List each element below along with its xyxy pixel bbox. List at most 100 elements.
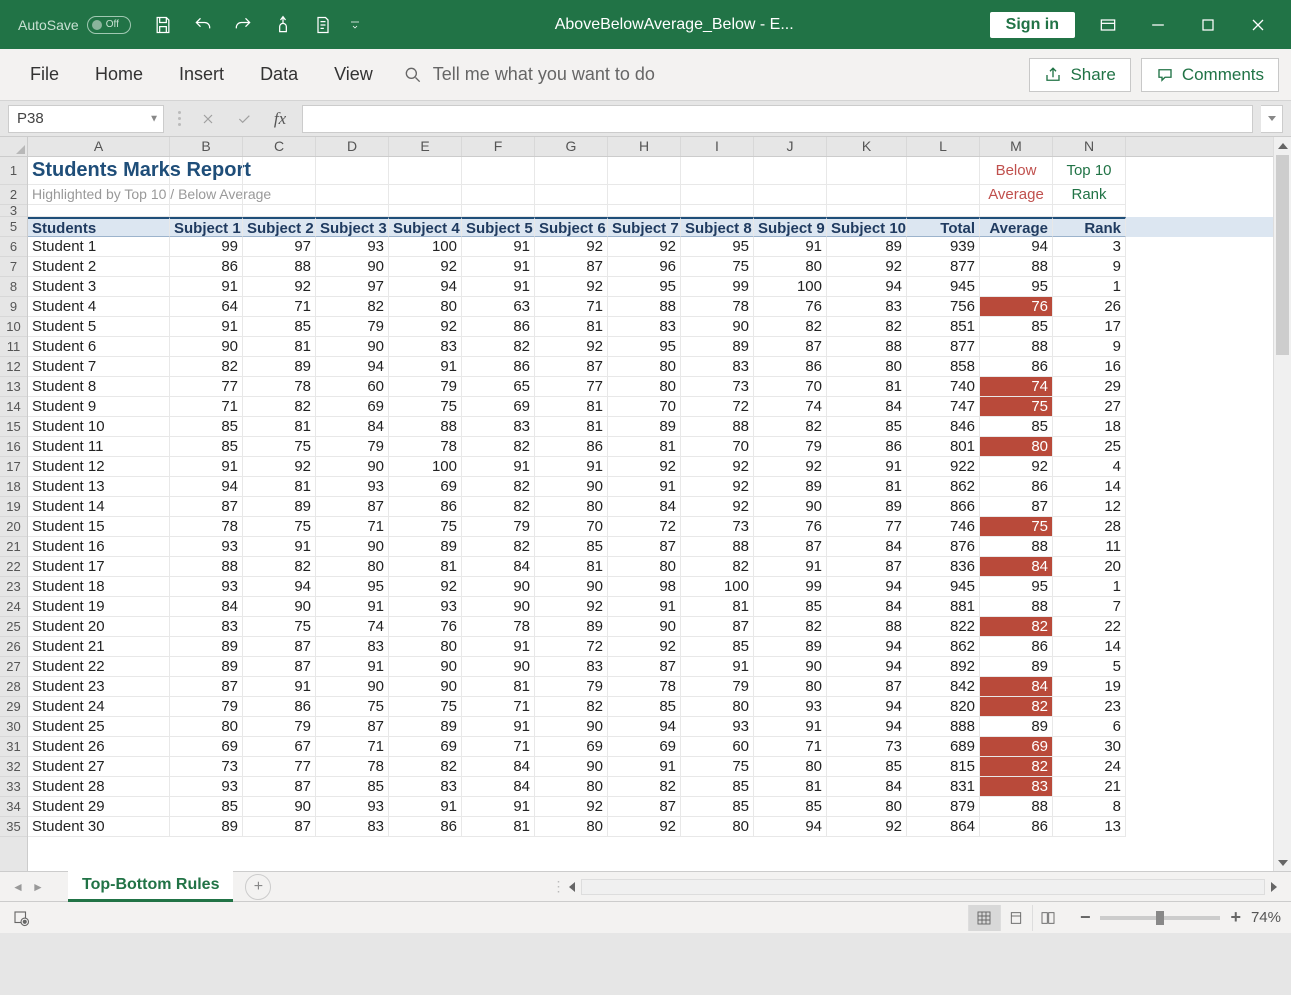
cell[interactable]: 100 xyxy=(389,457,462,477)
cell[interactable] xyxy=(907,157,980,185)
row-header[interactable]: 29 xyxy=(0,697,27,717)
cell[interactable]: 78 xyxy=(316,757,389,777)
table-header[interactable]: Subject 3 xyxy=(316,217,389,237)
cell[interactable] xyxy=(1053,205,1126,217)
cell[interactable] xyxy=(28,205,170,217)
cell[interactable]: 91 xyxy=(535,457,608,477)
col-header-K[interactable]: K xyxy=(827,137,907,156)
cell[interactable]: 86 xyxy=(980,477,1053,497)
cell[interactable]: 78 xyxy=(243,377,316,397)
cell[interactable]: 87 xyxy=(170,497,243,517)
cell[interactable]: 88 xyxy=(681,537,754,557)
cell[interactable]: 81 xyxy=(535,557,608,577)
cell[interactable]: 78 xyxy=(681,297,754,317)
row-header[interactable]: 35 xyxy=(0,817,27,837)
cell[interactable]: 75 xyxy=(316,697,389,717)
cell[interactable]: 92 xyxy=(243,457,316,477)
fx-icon[interactable]: fx xyxy=(266,105,294,133)
cell[interactable]: 87 xyxy=(827,677,907,697)
cell[interactable]: 90 xyxy=(316,677,389,697)
cell[interactable]: 71 xyxy=(462,737,535,757)
table-header[interactable]: Rank xyxy=(1053,217,1126,237)
cell[interactable]: 922 xyxy=(907,457,980,477)
cell[interactable]: 85 xyxy=(980,417,1053,437)
cell[interactable]: 90 xyxy=(243,597,316,617)
cell[interactable]: Student 11 xyxy=(28,437,170,457)
cell[interactable]: 71 xyxy=(243,297,316,317)
cell[interactable]: 81 xyxy=(827,477,907,497)
row-header[interactable]: 8 xyxy=(0,277,27,297)
cell[interactable]: Student 13 xyxy=(28,477,170,497)
cell[interactable]: 80 xyxy=(754,757,827,777)
cell[interactable]: 94 xyxy=(827,657,907,677)
cell[interactable]: 92 xyxy=(754,457,827,477)
cell[interactable]: 69 xyxy=(980,737,1053,757)
redo-icon[interactable] xyxy=(223,5,263,45)
cell[interactable]: 89 xyxy=(681,337,754,357)
cell[interactable] xyxy=(608,185,681,205)
cell[interactable]: 90 xyxy=(754,497,827,517)
cell[interactable]: 92 xyxy=(243,277,316,297)
cell[interactable]: 94 xyxy=(316,357,389,377)
cell[interactable]: 91 xyxy=(170,457,243,477)
cell[interactable]: 73 xyxy=(170,757,243,777)
row-header[interactable]: 14 xyxy=(0,397,27,417)
cell[interactable]: 86 xyxy=(980,637,1053,657)
cell[interactable]: 80 xyxy=(980,437,1053,457)
cell[interactable]: 80 xyxy=(535,817,608,837)
cell[interactable]: 91 xyxy=(608,597,681,617)
cell[interactable]: 94 xyxy=(389,277,462,297)
cell[interactable]: 95 xyxy=(681,237,754,257)
cell[interactable]: 86 xyxy=(389,817,462,837)
cell[interactable]: 89 xyxy=(170,817,243,837)
cell[interactable]: 80 xyxy=(681,697,754,717)
cell[interactable]: 78 xyxy=(462,617,535,637)
cell[interactable]: 91 xyxy=(754,237,827,257)
cell[interactable]: 82 xyxy=(754,317,827,337)
cell[interactable] xyxy=(462,205,535,217)
cell[interactable]: 81 xyxy=(243,417,316,437)
cell[interactable]: 746 xyxy=(907,517,980,537)
cell[interactable]: 84 xyxy=(827,777,907,797)
vertical-scrollbar[interactable] xyxy=(1273,137,1291,871)
cell[interactable] xyxy=(827,157,907,185)
cell[interactable]: 85 xyxy=(681,637,754,657)
cell[interactable]: 92 xyxy=(608,457,681,477)
cell[interactable]: 81 xyxy=(389,557,462,577)
table-header[interactable]: Subject 4 xyxy=(389,217,462,237)
cell[interactable] xyxy=(243,205,316,217)
row-header[interactable]: 34 xyxy=(0,797,27,817)
cell[interactable]: 91 xyxy=(462,717,535,737)
cell[interactable]: 84 xyxy=(316,417,389,437)
cell[interactable]: 91 xyxy=(681,657,754,677)
cell[interactable]: 85 xyxy=(170,437,243,457)
row-header[interactable]: 3 xyxy=(0,205,27,217)
sheet-nav-next-icon[interactable]: ► xyxy=(28,880,48,894)
cell[interactable]: 95 xyxy=(980,577,1053,597)
cell[interactable]: 92 xyxy=(681,497,754,517)
cell[interactable] xyxy=(827,205,907,217)
tab-view[interactable]: View xyxy=(316,54,391,95)
cell[interactable]: 94 xyxy=(827,277,907,297)
cell[interactable]: 90 xyxy=(243,797,316,817)
cell[interactable]: Student 30 xyxy=(28,817,170,837)
col-header-B[interactable]: B xyxy=(170,137,243,156)
cell[interactable]: 93 xyxy=(389,597,462,617)
table-header[interactable]: Subject 1 xyxy=(170,217,243,237)
cell[interactable]: 86 xyxy=(827,437,907,457)
cell[interactable]: 80 xyxy=(389,637,462,657)
cell[interactable]: 862 xyxy=(907,477,980,497)
cell[interactable]: 876 xyxy=(907,537,980,557)
save-icon[interactable] xyxy=(143,5,183,45)
cell[interactable]: Student 23 xyxy=(28,677,170,697)
undo-icon[interactable] xyxy=(183,5,223,45)
row-header[interactable]: 19 xyxy=(0,497,27,517)
cell[interactable]: 86 xyxy=(462,357,535,377)
cell[interactable]: 79 xyxy=(462,517,535,537)
cell[interactable]: 80 xyxy=(754,677,827,697)
cell[interactable]: 87 xyxy=(170,677,243,697)
cell[interactable] xyxy=(316,157,389,185)
cell[interactable]: 87 xyxy=(535,257,608,277)
cell[interactable]: 84 xyxy=(980,557,1053,577)
row-header[interactable]: 33 xyxy=(0,777,27,797)
